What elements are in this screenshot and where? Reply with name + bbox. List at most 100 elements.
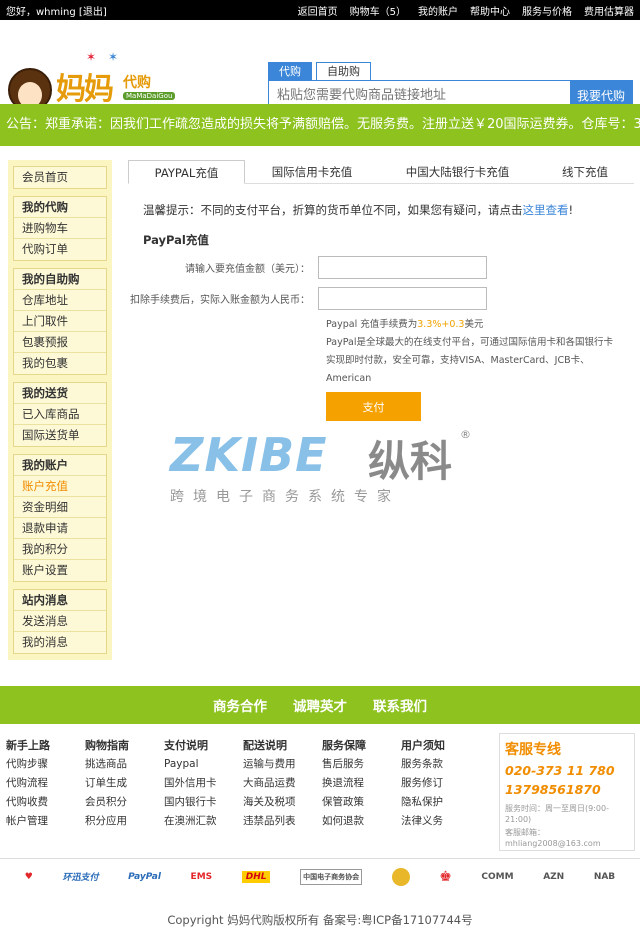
copyright: Copyright 妈妈代购版权所有 备案号:粤ICP备17107744号 — [167, 913, 473, 927]
fee-prefix: Paypal 充值手续费为 — [326, 319, 418, 330]
footer-link[interactable]: 法律义务 — [401, 812, 480, 831]
sidebar-item-forecast[interactable]: 包裹预报 — [14, 332, 106, 353]
footer-link[interactable]: 售后服务 — [322, 755, 401, 774]
nab-logo: NAB — [593, 871, 616, 882]
logo-main-text: 妈妈 — [56, 72, 114, 107]
footer-link[interactable]: 会员积分 — [85, 793, 164, 812]
footer-link-business[interactable]: 商务合作 — [213, 695, 267, 715]
ips-logo: 环迅支付 — [62, 873, 99, 883]
footer-link[interactable]: 代购流程 — [6, 774, 85, 793]
footer-link[interactable]: 服务条款 — [401, 755, 480, 774]
site-logo[interactable]: ✶ ✶ 妈妈 代购 MaMaDaiGou — [8, 50, 176, 112]
sidebar-item-cart[interactable]: 进购物车 — [14, 218, 106, 239]
nav-help-link[interactable]: 帮助中心 — [470, 3, 510, 18]
amount-label: 请输入要充值金额（美元）： — [185, 264, 310, 275]
footer-col: 支付说明 Paypal 国外信用卡 国内银行卡 在澳洲汇款 — [164, 736, 243, 831]
footer-link[interactable]: 代购步骤 — [6, 755, 85, 774]
footer-link[interactable]: 服务修订 — [401, 774, 480, 793]
tip-text: 温馨提示：不同的支付平台，折算的货币单位不同，如果您有疑问，请点击这里查看! — [128, 202, 634, 218]
gov-badge-icon: ♚ — [439, 868, 452, 885]
footer-link[interactable]: 隐私保护 — [401, 793, 480, 812]
footer-link[interactable]: 保管政策 — [322, 793, 401, 812]
footer-link[interactable]: 代购收费 — [6, 793, 85, 812]
service-email: 客服邮箱：mhliang2008@163.com — [505, 828, 601, 848]
tip-link[interactable]: 这里查看 — [523, 203, 569, 217]
dhl-logo: DHL — [241, 870, 271, 883]
sidebar-item-pickup[interactable]: 上门取件 — [14, 311, 106, 332]
greeting-text: 您好，whming — [6, 6, 76, 18]
tab-intl-card[interactable]: 国际信用卡充值 — [245, 160, 379, 184]
amount-input[interactable] — [318, 256, 487, 279]
sidebar-item-settings[interactable]: 账户设置 — [14, 560, 106, 581]
footer-link[interactable]: 海关及税项 — [243, 793, 322, 812]
footer-link[interactable]: 国外信用卡 — [164, 774, 243, 793]
net-amount-input[interactable] — [318, 287, 487, 310]
paypal-desc-line: PayPal是全球最大的在线支付平台，可通过国际信用卡和各国银行卡 — [326, 337, 614, 348]
footer-band: 商务合作 诚聘英才 联系我们 — [0, 686, 640, 724]
fee-value: 3.3%+0.3 — [417, 319, 465, 330]
sidebar-item-member-home[interactable]: 会员首页 — [14, 167, 106, 188]
fee-info: Paypal 充值手续费为3.3%+0.3美元 — [326, 316, 626, 334]
nav-cart-link[interactable]: 购物车（5） — [350, 3, 406, 18]
nav-service-price-link[interactable]: 服务与价格 — [522, 3, 572, 18]
footer-link[interactable]: 积分应用 — [85, 812, 164, 831]
sidebar-item-intl-shipping[interactable]: 国际送货单 — [14, 425, 106, 446]
firework-icon: ✶ — [108, 50, 119, 64]
sidebar-group-messages: 站内消息 发送消息 我的消息 — [13, 589, 107, 654]
tip-end: ! — [568, 203, 574, 217]
fee-suffix: 美元 — [464, 319, 484, 330]
footer-col: 购物指南 挑选商品 订单生成 会员积分 积分应用 — [85, 736, 164, 831]
footer-link[interactable]: 国内银行卡 — [164, 793, 243, 812]
watermark-sub: 跨境电子商务系统专家 — [170, 489, 400, 505]
sidebar-item-refund[interactable]: 退款申请 — [14, 518, 106, 539]
sidebar-heading: 我的自助购 — [14, 269, 106, 290]
sidebar-item-my-messages[interactable]: 我的消息 — [14, 632, 106, 653]
nav-home-link[interactable]: 返回首页 — [298, 3, 338, 18]
ems-logo: EMS — [190, 871, 213, 882]
main-content: PAYPAL充值 国际信用卡充值 中国大陆银行卡充值 线下充值 温馨提示：不同的… — [128, 160, 634, 430]
customer-service-box: 客服专线 020-373 11 780 13798561870 服务时间：周一至… — [499, 733, 635, 851]
sidebar-item-warehouse[interactable]: 仓库地址 — [14, 290, 106, 311]
footer-link[interactable]: 挑选商品 — [85, 755, 164, 774]
logo-side-text: 代购 — [123, 75, 151, 91]
search-tab-selfbuy[interactable]: 自助购 — [316, 62, 371, 80]
comm-logo: COMM — [481, 871, 514, 882]
search-tab-daigou[interactable]: 代购 — [268, 62, 312, 80]
sidebar-item-packages[interactable]: 我的包裹 — [14, 353, 106, 374]
footer-link[interactable]: 大商品运费 — [243, 774, 322, 793]
logout-link[interactable]: [退出] — [79, 7, 107, 18]
footer-link[interactable]: 运输与费用 — [243, 755, 322, 774]
watermark: ZKIBE 纵科 ® 跨境电子商务系统专家 — [170, 428, 471, 508]
nav-account-link[interactable]: 我的账户 — [418, 3, 458, 18]
tab-cn-bank[interactable]: 中国大陆银行卡充值 — [379, 160, 536, 184]
firework-icon: ✶ — [86, 50, 97, 64]
registered-icon: ® — [460, 428, 471, 441]
footer-link[interactable]: 违禁品列表 — [243, 812, 322, 831]
footer-col-title: 支付说明 — [164, 739, 208, 752]
sidebar-group-home: 会员首页 — [13, 166, 107, 189]
sidebar-group-daigou: 我的代购 进购物车 代购订单 — [13, 196, 107, 261]
service-title: 客服专线 — [505, 742, 561, 758]
footer-link[interactable]: Paypal — [164, 755, 243, 774]
sidebar-item-send-message[interactable]: 发送消息 — [14, 611, 106, 632]
footer-link[interactable]: 如何退款 — [322, 812, 401, 831]
tab-paypal[interactable]: PAYPAL充值 — [128, 160, 245, 184]
footer-col-title: 用户须知 — [401, 739, 445, 752]
sidebar-item-stocked[interactable]: 已入库商品 — [14, 404, 106, 425]
sidebar-item-funds[interactable]: 资金明细 — [14, 497, 106, 518]
footer-link-contact[interactable]: 联系我们 — [373, 695, 427, 715]
tab-offline[interactable]: 线下充值 — [536, 160, 634, 184]
pay-button[interactable]: 支付 — [326, 392, 421, 421]
footer-link[interactable]: 换退流程 — [322, 774, 401, 793]
sidebar-item-points[interactable]: 我的积分 — [14, 539, 106, 560]
footer-link-jobs[interactable]: 诚聘英才 — [293, 695, 347, 715]
sidebar-item-orders[interactable]: 代购订单 — [14, 239, 106, 260]
nav-estimator-link[interactable]: 费用估算器 — [584, 3, 634, 18]
recharge-tabs: PAYPAL充值 国际信用卡充值 中国大陆银行卡充值 线下充值 — [128, 160, 634, 184]
sidebar-item-recharge[interactable]: 账户充值 — [14, 476, 106, 497]
paypal-logo: PayPal — [128, 871, 161, 882]
footer-col: 配送说明 运输与费用 大商品运费 海关及税项 违禁品列表 — [243, 736, 322, 831]
footer-link[interactable]: 订单生成 — [85, 774, 164, 793]
footer-link[interactable]: 帐户管理 — [6, 812, 85, 831]
footer-link[interactable]: 在澳洲汇款 — [164, 812, 243, 831]
